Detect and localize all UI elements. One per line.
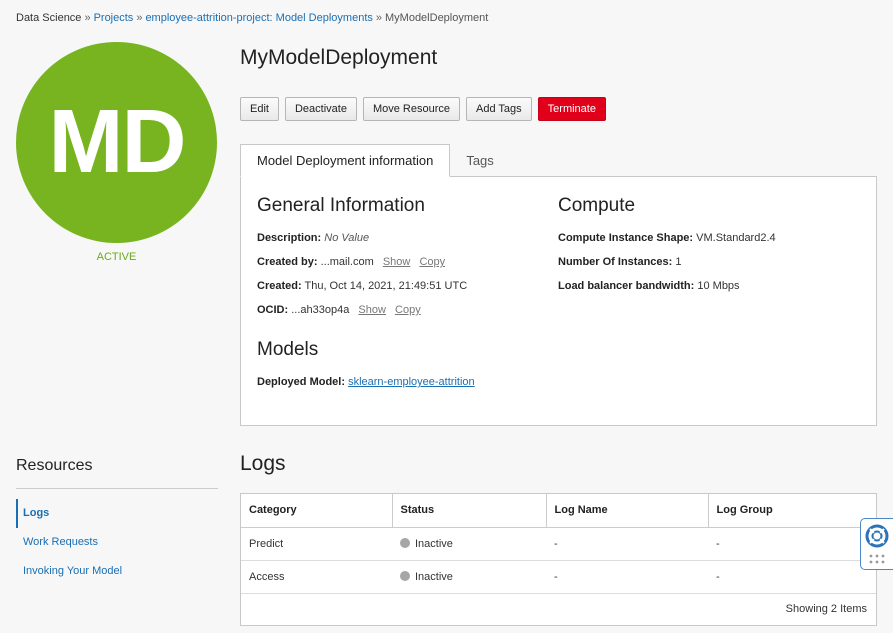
- breadcrumb-projects[interactable]: Projects: [94, 12, 134, 24]
- terminate-button[interactable]: Terminate: [537, 97, 606, 121]
- compute-shape-value: VM.Standard2.4: [696, 232, 776, 244]
- created-by-show-link[interactable]: Show: [383, 256, 411, 268]
- info-panel: General Information Description: No Valu…: [240, 176, 877, 426]
- sidebar-item-work-requests[interactable]: Work Requests: [16, 528, 218, 557]
- cell-log-name: -: [546, 560, 708, 594]
- created-by-value: ...mail.com: [320, 256, 374, 268]
- created-value: Thu, Oct 14, 2021, 21:49:51 UTC: [304, 280, 468, 292]
- detail-tabs: Model Deployment information Tags: [240, 144, 510, 177]
- breadcrumb: Data Science» Projects» employee-attrition…: [16, 12, 489, 24]
- cell-status: Inactive: [392, 527, 546, 561]
- status-dot-icon: [400, 570, 410, 581]
- cell-log-name: -: [546, 527, 708, 561]
- cell-status: Inactive: [392, 560, 546, 594]
- logs-table: Category Status Log Name Log Group Predi…: [240, 493, 877, 626]
- page-title: MyModelDeployment: [240, 46, 438, 69]
- resources-divider: [16, 488, 218, 489]
- ocid-copy-link[interactable]: Copy: [395, 304, 421, 316]
- table-row: Predict Inactive - -: [241, 527, 876, 561]
- column-header-log-group[interactable]: Log Group: [708, 494, 876, 528]
- cell-log-group: -: [708, 560, 876, 594]
- cell-category: Access: [241, 560, 392, 594]
- cell-log-group: -: [708, 527, 876, 561]
- deployed-model-link[interactable]: sklearn-employee-attrition: [348, 376, 475, 388]
- logs-heading: Logs: [240, 452, 286, 475]
- table-item-count: Showing 2 Items: [785, 603, 867, 615]
- action-toolbar: Edit Deactivate Move Resource Add Tags T…: [240, 97, 606, 121]
- tab-tags[interactable]: Tags: [450, 144, 509, 177]
- edit-button[interactable]: Edit: [240, 97, 279, 121]
- created-row: Created: Thu, Oct 14, 2021, 21:49:51 UTC: [257, 280, 468, 292]
- ocid-value: ...ah33op4a: [291, 304, 350, 316]
- breadcrumb-data-science[interactable]: Data Science: [16, 12, 81, 24]
- instances-row: Number Of Instances: 1: [558, 256, 682, 268]
- tab-model-deployment-information[interactable]: Model Deployment information: [240, 144, 451, 177]
- move-resource-button[interactable]: Move Resource: [362, 97, 460, 121]
- add-tags-button[interactable]: Add Tags: [466, 97, 532, 121]
- lifebuoy-icon[interactable]: [865, 524, 889, 548]
- grip-dots-icon[interactable]: [869, 554, 885, 564]
- created-by-row: Created by: ...mail.com Show Copy: [257, 256, 446, 268]
- general-information-heading: General Information: [257, 195, 425, 216]
- models-heading: Models: [257, 339, 319, 360]
- status-badge: ACTIVE: [96, 251, 137, 263]
- help-widget[interactable]: [860, 518, 893, 570]
- created-by-copy-link[interactable]: Copy: [419, 256, 445, 268]
- resources-nav: Logs Work Requests Invoking Your Model: [16, 499, 218, 586]
- ocid-row: OCID: ...ah33op4a Show Copy: [257, 304, 421, 316]
- status-dot-icon: [400, 537, 410, 548]
- avatar-initials: MD: [48, 92, 187, 192]
- deactivate-button[interactable]: Deactivate: [284, 97, 357, 121]
- table-header-row: Category Status Log Name Log Group: [241, 494, 876, 528]
- sidebar-item-logs[interactable]: Logs: [16, 499, 218, 528]
- table-row: Access Inactive - -: [241, 560, 876, 594]
- breadcrumb-project[interactable]: employee-attrition-project: Model Deploy…: [145, 12, 372, 24]
- avatar: MD: [16, 42, 217, 243]
- column-header-log-name[interactable]: Log Name: [546, 494, 709, 528]
- ocid-show-link[interactable]: Show: [358, 304, 386, 316]
- column-header-status[interactable]: Status: [392, 494, 547, 528]
- cell-category: Predict: [241, 527, 392, 561]
- deployed-model-row: Deployed Model: sklearn-employee-attriti…: [257, 376, 475, 388]
- description-row: Description: No Value: [257, 232, 370, 244]
- instances-value: 1: [675, 256, 682, 268]
- description-value: No Value: [324, 232, 370, 244]
- compute-shape-row: Compute Instance Shape: VM.Standard2.4: [558, 232, 776, 244]
- column-header-category[interactable]: Category: [241, 494, 393, 528]
- sidebar-item-invoking-your-model[interactable]: Invoking Your Model: [16, 557, 218, 586]
- resources-heading: Resources: [16, 457, 93, 474]
- breadcrumb-current: MyModelDeployment: [385, 12, 489, 24]
- compute-heading: Compute: [558, 195, 636, 216]
- bandwidth-row: Load balancer bandwidth: 10 Mbps: [558, 280, 740, 292]
- bandwidth-value: 10 Mbps: [697, 280, 740, 292]
